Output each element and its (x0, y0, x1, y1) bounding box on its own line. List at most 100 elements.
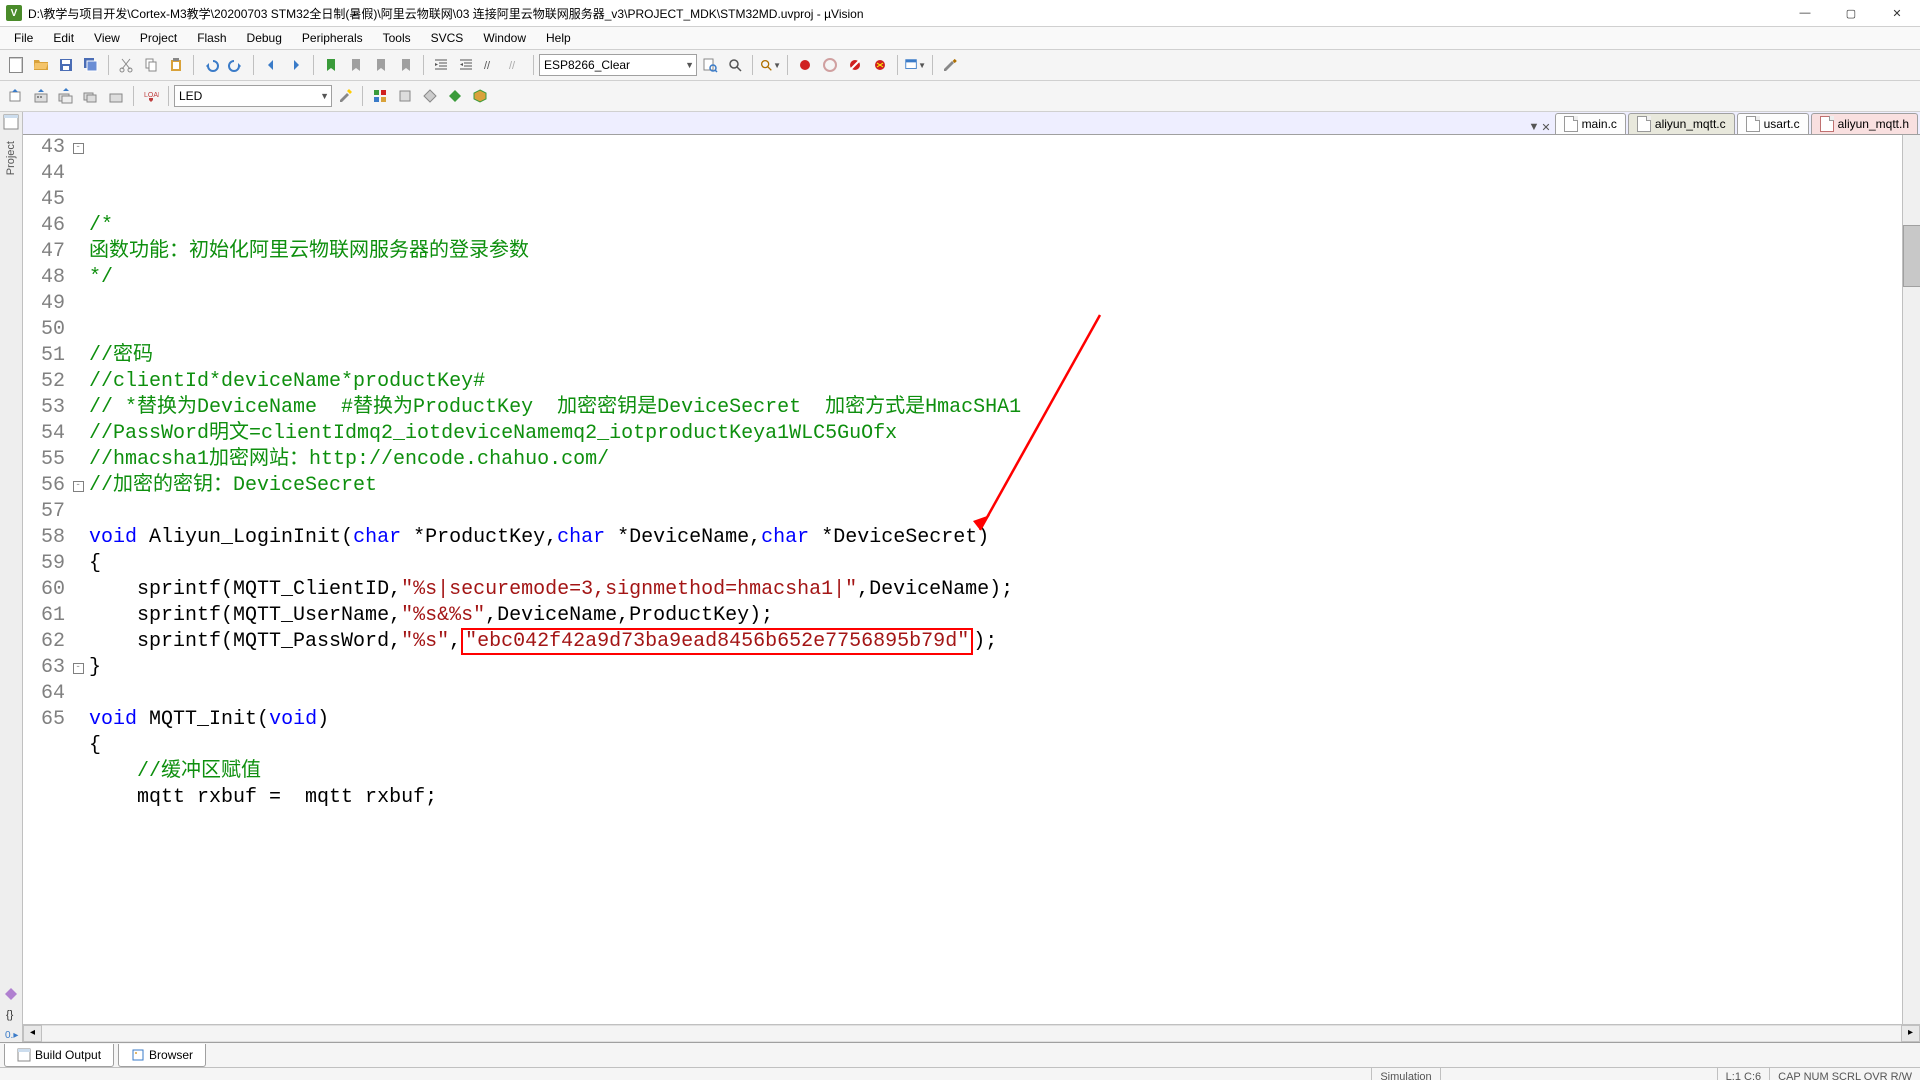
menu-project[interactable]: Project (130, 29, 187, 47)
code-line[interactable]: sprintf(MQTT_PassWord,"%s","ebc042f42a9d… (89, 629, 1920, 655)
bookmark-prev-button[interactable] (344, 53, 368, 77)
templates-button[interactable]: {} (3, 1006, 19, 1022)
menu-file[interactable]: File (4, 29, 43, 47)
fold-marker[interactable] (71, 239, 85, 265)
paste-button[interactable] (164, 53, 188, 77)
fold-marker[interactable] (71, 681, 85, 707)
fold-marker[interactable] (71, 577, 85, 603)
open-file-button[interactable] (29, 53, 53, 77)
tab-usart-c[interactable]: usart.c (1737, 113, 1809, 134)
functions-button[interactable] (3, 986, 19, 1002)
bookmark-toggle-button[interactable] (319, 53, 343, 77)
fold-marker[interactable] (71, 161, 85, 187)
fold-marker[interactable] (71, 707, 85, 733)
code-line[interactable]: void Aliyun_LoginInit(char *ProductKey,c… (89, 525, 1920, 551)
code-line[interactable]: /* (89, 213, 1920, 239)
fold-marker[interactable]: - (71, 655, 85, 681)
fold-marker[interactable] (71, 213, 85, 239)
copy-button[interactable] (139, 53, 163, 77)
code-line[interactable] (89, 317, 1920, 343)
horizontal-scrollbar[interactable]: ◂ ▸ (23, 1024, 1920, 1042)
tab-aliyun_mqtt-h[interactable]: aliyun_mqtt.h (1811, 113, 1918, 134)
menu-view[interactable]: View (84, 29, 130, 47)
save-all-button[interactable] (79, 53, 103, 77)
fold-marker[interactable] (71, 187, 85, 213)
code-line[interactable]: //hmacsha1加密网站：http://encode.chahuo.com/ (89, 447, 1920, 473)
tab-close-button[interactable]: ✕ (1541, 121, 1550, 134)
uncomment-button[interactable]: // (504, 53, 528, 77)
minimize-button[interactable]: — (1782, 0, 1828, 26)
code-line[interactable]: //加密的密钥：DeviceSecret (89, 473, 1920, 499)
save-button[interactable] (54, 53, 78, 77)
code-line[interactable]: { (89, 733, 1920, 759)
project-window-button[interactable] (3, 114, 19, 130)
code-line[interactable]: //密码 (89, 343, 1920, 369)
cut-button[interactable] (114, 53, 138, 77)
debug-config-button[interactable]: ▼ (758, 53, 782, 77)
fold-marker[interactable] (71, 629, 85, 655)
fold-marker[interactable]: - (71, 473, 85, 499)
code-line[interactable]: sprintf(MQTT_ClientID,"%s|securemode=3,s… (89, 577, 1920, 603)
code-line[interactable]: */ (89, 265, 1920, 291)
tab-menu-button[interactable]: ▼ (1528, 121, 1539, 134)
bottom-tab-browser[interactable]: Browser (118, 1044, 206, 1067)
fold-gutter[interactable]: - - - (71, 135, 85, 811)
code-line[interactable]: } (89, 655, 1920, 681)
code-line[interactable]: { (89, 551, 1920, 577)
manage-books-button[interactable] (393, 84, 417, 108)
manage-rtos-button[interactable] (368, 84, 392, 108)
menu-window[interactable]: Window (473, 29, 536, 47)
tab-main-c[interactable]: main.c (1555, 113, 1626, 134)
menu-svcs[interactable]: SVCS (421, 29, 474, 47)
build-button[interactable] (29, 84, 53, 108)
target-combo[interactable]: LED▼ (174, 85, 332, 107)
fold-marker[interactable] (71, 525, 85, 551)
code-line[interactable] (89, 291, 1920, 317)
new-file-button[interactable] (4, 53, 28, 77)
window-layout-button[interactable]: ▼ (903, 53, 927, 77)
menu-debug[interactable]: Debug (237, 29, 292, 47)
debug-stop-button[interactable] (818, 53, 842, 77)
debug-start-button[interactable] (793, 53, 817, 77)
comment-button[interactable]: // (479, 53, 503, 77)
bottom-tab-build-output[interactable]: Build Output (4, 1044, 114, 1067)
code-line[interactable]: //PassWord明文=clientIdmq2_iotdeviceNamemq… (89, 421, 1920, 447)
pack-installer-button[interactable] (443, 84, 467, 108)
fold-marker[interactable]: - (71, 135, 85, 161)
redo-button[interactable] (224, 53, 248, 77)
fold-marker[interactable] (71, 291, 85, 317)
fold-marker[interactable] (71, 395, 85, 421)
incremental-find-button[interactable] (723, 53, 747, 77)
code-line[interactable]: mqtt rxbuf = mqtt rxbuf; (89, 785, 1920, 811)
code-line[interactable]: void MQTT_Init(void) (89, 707, 1920, 733)
menu-peripherals[interactable]: Peripherals (292, 29, 373, 47)
target-options-button[interactable] (333, 84, 357, 108)
translate-button[interactable] (4, 84, 28, 108)
batch-build-button[interactable] (79, 84, 103, 108)
tab-aliyun_mqtt-c[interactable]: aliyun_mqtt.c (1628, 113, 1735, 134)
code-line[interactable] (89, 499, 1920, 525)
download-button[interactable]: LOAD (139, 84, 163, 108)
menu-help[interactable]: Help (536, 29, 581, 47)
vertical-scrollbar[interactable] (1902, 135, 1920, 1024)
code-line[interactable]: //clientId*deviceName*productKey# (89, 369, 1920, 395)
fold-marker[interactable] (71, 343, 85, 369)
bookmark-next-button[interactable] (369, 53, 393, 77)
code-line[interactable]: // *替换为DeviceName #替换为ProductKey 加密密钥是De… (89, 395, 1920, 421)
manage-component-button[interactable] (418, 84, 442, 108)
menu-edit[interactable]: Edit (43, 29, 84, 47)
fold-marker[interactable] (71, 551, 85, 577)
rebuild-button[interactable] (54, 84, 78, 108)
menu-flash[interactable]: Flash (187, 29, 236, 47)
manage-rte-button[interactable] (468, 84, 492, 108)
code-editor[interactable]: 4344454647484950515253545556575859606162… (23, 135, 1920, 1024)
maximize-button[interactable]: ▢ (1828, 0, 1874, 26)
undo-button[interactable] (199, 53, 223, 77)
fold-marker[interactable] (71, 447, 85, 473)
nav-forward-button[interactable] (284, 53, 308, 77)
configure-button[interactable] (938, 53, 962, 77)
code-line[interactable]: 函数功能：初始化阿里云物联网服务器的登录参数 (89, 239, 1920, 265)
scroll-left-button[interactable]: ◂ (23, 1025, 42, 1042)
find-in-files-button[interactable] (698, 53, 722, 77)
code-line[interactable]: //缓冲区赋值 (89, 759, 1920, 785)
